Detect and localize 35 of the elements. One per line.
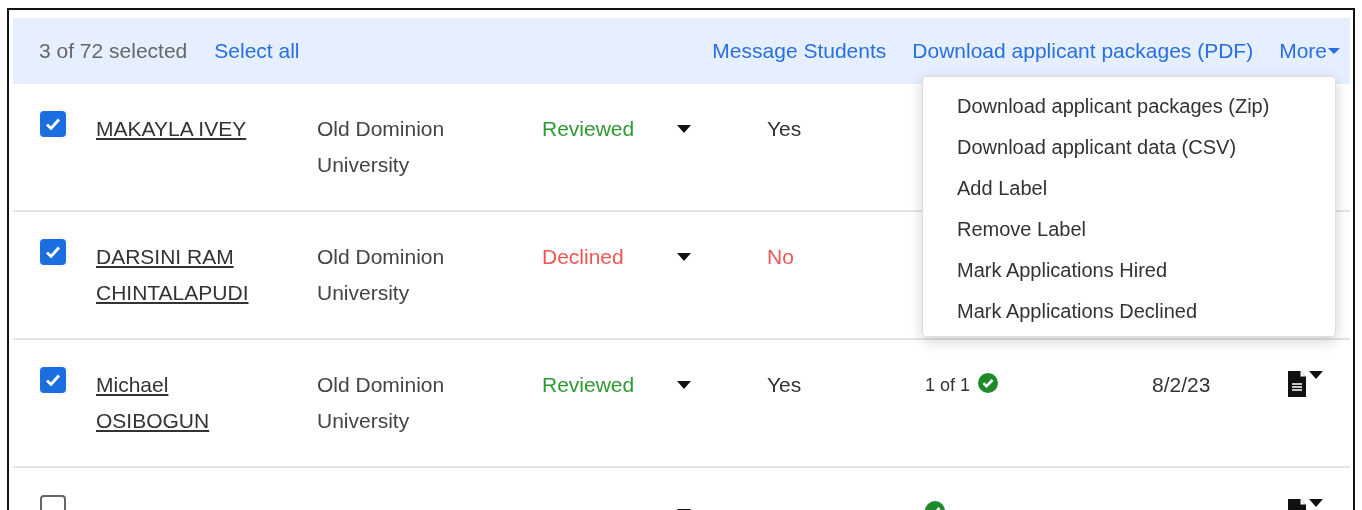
status-text: Reviewed xyxy=(542,372,635,398)
menu-item[interactable]: Download applicant packages (Zip) xyxy=(923,86,1335,127)
document-icon[interactable] xyxy=(1288,371,1306,397)
answer-text: No xyxy=(767,244,794,270)
school-text: Old Dominion University xyxy=(317,116,446,178)
menu-item[interactable]: Mark Applications Declined xyxy=(923,291,1335,332)
answer-text: Yes xyxy=(767,116,802,142)
applicant-name-link[interactable]: DARSINI RAM CHINTALAPUDI xyxy=(96,239,281,311)
school-text: Old Dominion University xyxy=(317,372,446,434)
selection-count: 3 of 72 selected xyxy=(39,39,188,63)
row-checkbox[interactable] xyxy=(40,239,66,265)
caret-icon[interactable] xyxy=(1309,371,1323,379)
menu-item[interactable]: Mark Applications Hired xyxy=(923,250,1335,291)
date-text: 8/2/23 xyxy=(1152,372,1211,398)
caret-icon xyxy=(1328,47,1340,55)
menu-item[interactable]: Add Label xyxy=(923,168,1335,209)
caret-icon[interactable] xyxy=(1309,499,1323,507)
applicant-name-link[interactable]: MAKAYLA IVEY xyxy=(96,111,281,147)
caret-icon[interactable] xyxy=(677,253,691,261)
menu-item[interactable]: Download applicant data (CSV) xyxy=(923,127,1335,168)
more-menu-button[interactable]: More xyxy=(1279,39,1340,63)
answer-text: Yes xyxy=(767,372,802,398)
select-all-link[interactable]: Select all xyxy=(214,39,300,63)
row-checkbox[interactable] xyxy=(40,367,66,393)
row-checkbox[interactable] xyxy=(40,111,66,137)
school-text: Old Dominion University xyxy=(317,244,446,306)
applicant-name-link[interactable]: Michael OSIBOGUN xyxy=(96,367,281,439)
caret-icon[interactable] xyxy=(677,381,691,389)
menu-item[interactable]: Remove Label xyxy=(923,209,1335,250)
caret-icon[interactable] xyxy=(677,125,691,133)
action-link[interactable]: Download applicant packages (PDF) xyxy=(912,39,1254,63)
status-text: Reviewed xyxy=(542,116,635,142)
document-count: 1 of 1 xyxy=(925,374,971,397)
action-link[interactable]: Message Students xyxy=(712,39,887,63)
status-text: Declined xyxy=(542,244,624,270)
